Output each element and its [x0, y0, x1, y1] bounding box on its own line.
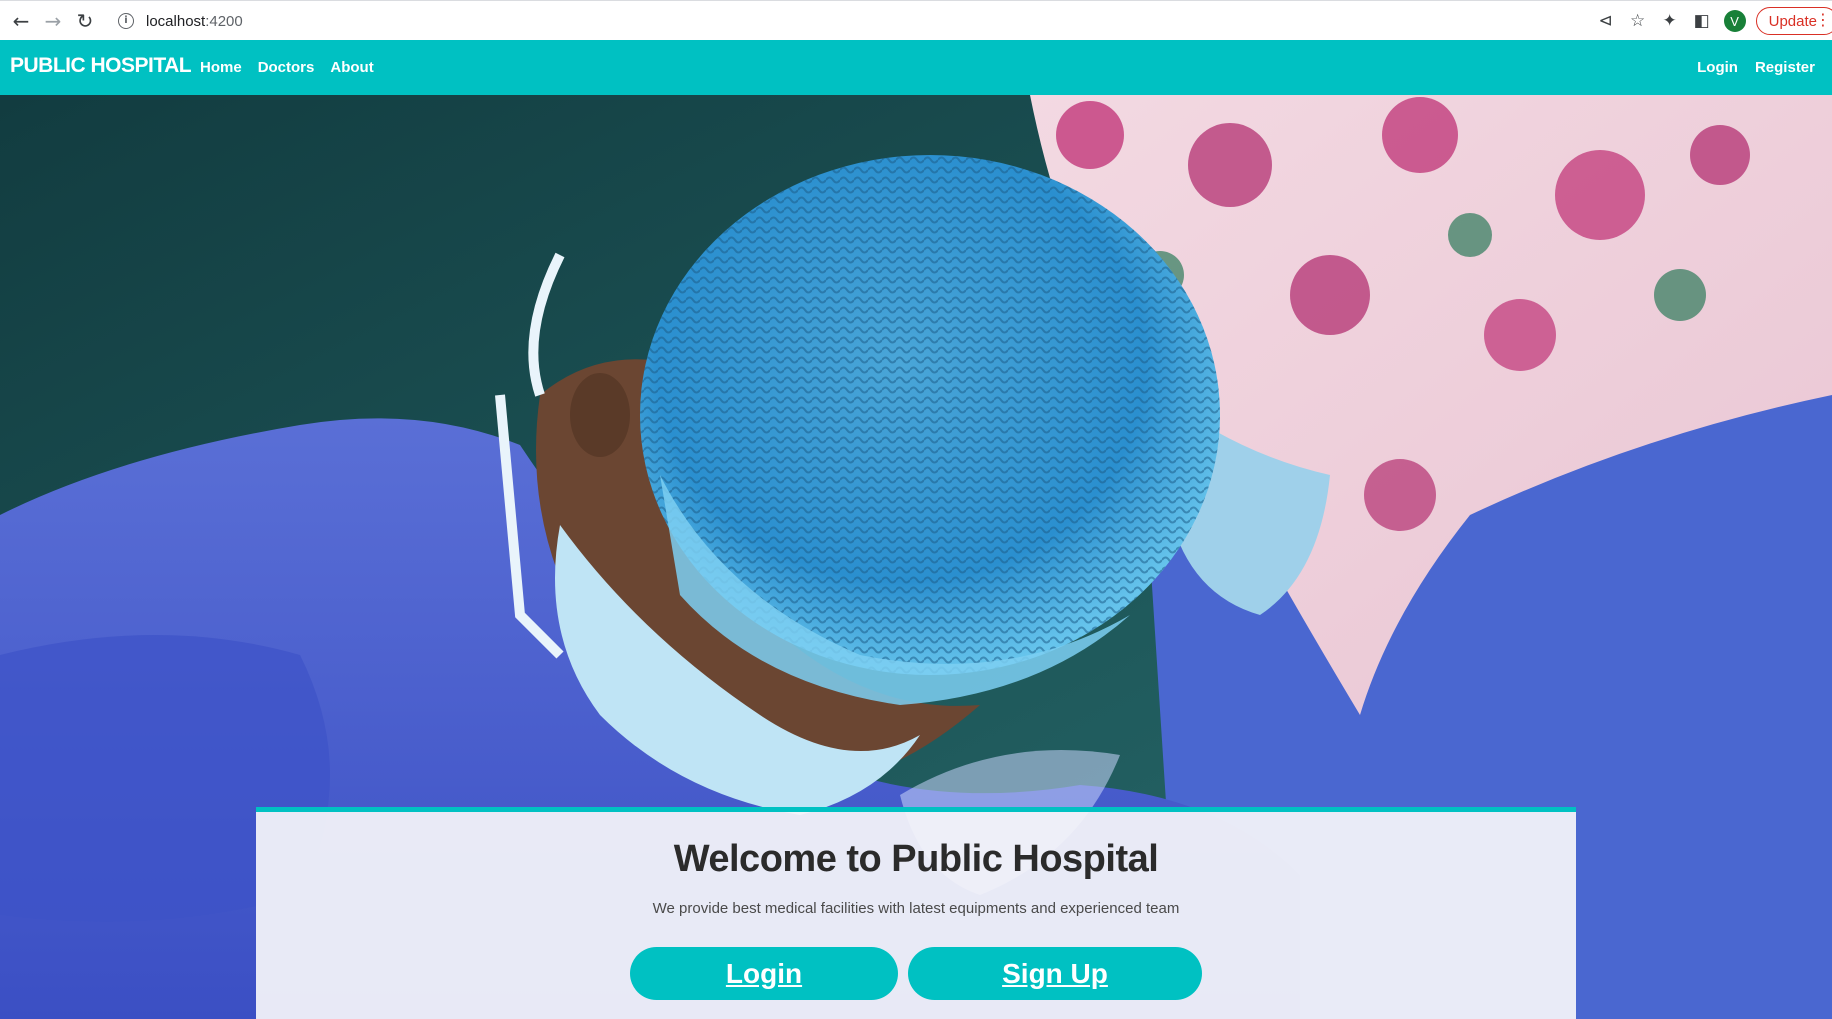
- site-info-icon[interactable]: i: [118, 13, 134, 29]
- more-menu-icon: ⋮: [1815, 10, 1831, 29]
- back-icon[interactable]: ←: [6, 7, 36, 35]
- nav-left-links: Home Doctors About: [200, 59, 390, 76]
- nav-right-links: Login Register: [1697, 59, 1832, 76]
- url-host: localhost: [146, 12, 206, 30]
- nav-about-link[interactable]: About: [330, 59, 373, 76]
- browser-toolbar: ← → ↻ i localhost:4200 ⊲ ☆ ✦ ◧ V Update …: [0, 0, 1832, 40]
- welcome-panel: Welcome to Public Hospital We provide be…: [256, 807, 1576, 1019]
- nav-home-link[interactable]: Home: [200, 59, 242, 76]
- update-button[interactable]: Update ⋮: [1755, 7, 1832, 35]
- signup-button[interactable]: Sign Up: [908, 947, 1202, 1000]
- login-button[interactable]: Login: [630, 947, 898, 1000]
- nav-doctors-link[interactable]: Doctors: [258, 59, 315, 76]
- nav-register-link[interactable]: Register: [1755, 59, 1815, 76]
- brand-logo[interactable]: PUBLIC HOSPITAL: [10, 54, 192, 78]
- update-label: Update: [1768, 12, 1817, 30]
- url-port: :4200: [205, 12, 243, 30]
- welcome-subtitle: We provide best medical facilities with …: [652, 900, 1180, 917]
- share-icon[interactable]: ⊲: [1590, 6, 1622, 36]
- reload-icon[interactable]: ↻: [70, 7, 100, 35]
- nav-login-link[interactable]: Login: [1697, 59, 1738, 76]
- address-bar[interactable]: i localhost:4200: [104, 7, 1554, 35]
- bookmark-star-icon[interactable]: ☆: [1622, 6, 1654, 36]
- navbar: PUBLIC HOSPITAL Home Doctors About Login…: [0, 40, 1832, 95]
- extensions-puzzle-icon[interactable]: ✦: [1654, 6, 1686, 36]
- forward-icon[interactable]: →: [38, 7, 68, 35]
- welcome-title: Welcome to Public Hospital: [673, 838, 1159, 880]
- side-panel-icon[interactable]: ◧: [1686, 6, 1718, 36]
- profile-avatar[interactable]: V: [1723, 10, 1746, 32]
